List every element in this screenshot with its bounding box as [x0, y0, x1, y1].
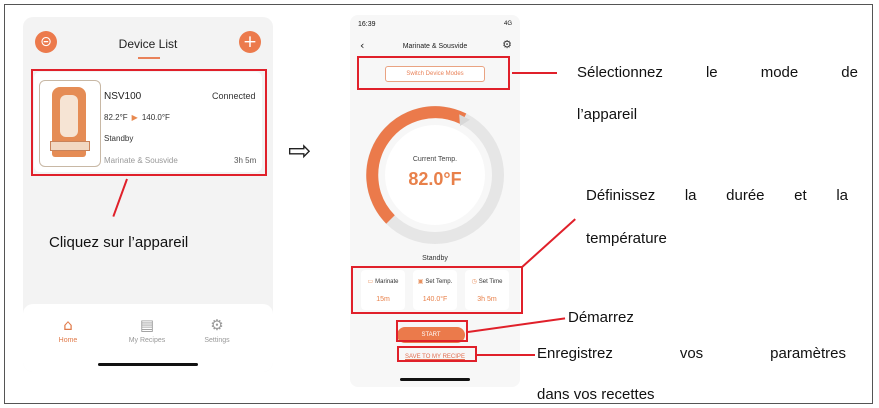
tab-settings-label: Settings — [204, 337, 230, 344]
highlight-mode-button — [357, 56, 510, 90]
caption-save-line1: Enregistrez vos paramètres — [537, 345, 846, 362]
device-state: Standby — [422, 255, 448, 262]
page-title: Device List — [118, 37, 178, 51]
caption-set-time-temp-line1: Définissez la durée et la — [586, 187, 848, 204]
highlight-start — [396, 320, 468, 342]
caption-select-mode-line1: Sélectionnez le mode de — [577, 64, 858, 81]
tab-home[interactable]: ⌂ Home — [38, 316, 98, 344]
caption-start: Démarrez — [568, 309, 634, 326]
tab-my-recipes[interactable]: ▤ My Recipes — [117, 316, 177, 344]
highlight-save — [397, 346, 477, 362]
device-list-header: ⊝ Device List + — [23, 17, 273, 67]
tab-bar: ⌂ Home ▤ My Recipes ⚙ Settings — [23, 304, 273, 372]
caption-save-line2: dans vos recettes — [537, 386, 655, 403]
tab-settings[interactable]: ⚙ Settings — [187, 316, 247, 344]
home-indicator — [98, 363, 198, 366]
caption-tap-device: Cliquez sur l’appareil — [49, 234, 189, 251]
caption-select-mode-line2: l’appareil — [577, 106, 638, 123]
next-step-arrow-icon: ⇨ — [288, 134, 312, 167]
recipes-icon: ▤ — [139, 316, 155, 334]
caption-set-time-temp-line2: température — [586, 230, 667, 247]
home-indicator — [400, 378, 470, 381]
current-temp-value: 82.0°F — [408, 169, 462, 189]
home-icon: ⌂ — [63, 316, 73, 334]
tab-my-recipes-label: My Recipes — [128, 337, 166, 344]
tab-home-label: Home — [58, 337, 78, 344]
add-device-button[interactable]: + — [239, 31, 261, 53]
callout-line-mode — [512, 72, 557, 74]
highlight-device-card — [31, 69, 267, 176]
current-temp-label: Current Temp. — [412, 156, 458, 163]
highlight-settings — [351, 266, 523, 314]
callout-line-save — [477, 354, 535, 356]
settings-icon: ⚙ — [210, 316, 224, 334]
title-underline — [138, 57, 160, 59]
